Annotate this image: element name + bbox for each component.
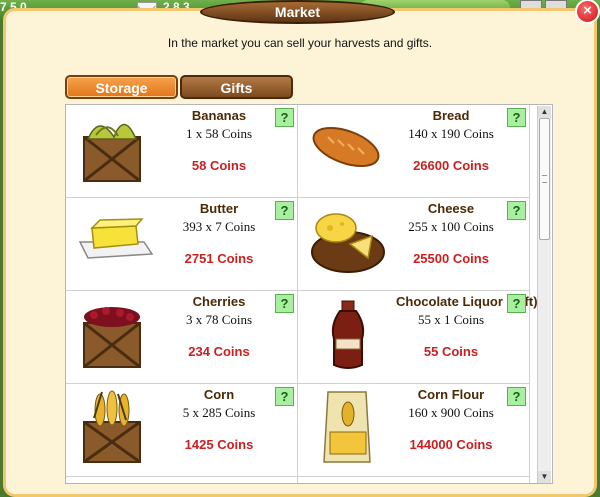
item-cell-bananas[interactable]: Bananas 1 x 58 Coins 58 Coins ? (66, 105, 298, 198)
item-grid-scrollbar[interactable]: ▲ ▼ (537, 106, 551, 483)
item-quantity: 255 x 100 Coins (408, 219, 494, 234)
close-button[interactable]: × (575, 0, 600, 24)
help-button[interactable]: ? (507, 294, 526, 313)
tab-storage[interactable]: Storage (65, 75, 178, 99)
item-quantity: 5 x 285 Coins (182, 405, 256, 420)
help-button[interactable]: ? (275, 108, 294, 127)
scroll-down-icon[interactable]: ▼ (538, 471, 551, 483)
item-name: Bread (432, 108, 470, 123)
scroll-up-icon[interactable]: ▲ (538, 106, 551, 118)
cherry-crate-icon (83, 307, 141, 369)
item-name: Butter (199, 201, 239, 216)
item-name: Corn (203, 387, 235, 402)
item-name: Cheese (427, 201, 475, 216)
help-button[interactable]: ? (275, 201, 294, 220)
item-coins: 144000 Coins (409, 437, 493, 452)
butter-icon (78, 218, 154, 259)
item-name: Bananas (191, 108, 247, 123)
corn-flour-icon (323, 391, 371, 463)
item-quantity: 55 x 1 Coins (417, 312, 485, 327)
item-cell-chocolate-liquor[interactable]: Chocolate Liquor (Gift) 55 x 1 Coins 55 … (298, 291, 538, 384)
item-coins: 26600 Coins (413, 158, 489, 173)
item-quantity: 140 x 190 Coins (408, 126, 494, 141)
cheese-icon (311, 213, 385, 273)
item-name: Cherries (192, 294, 246, 309)
item-quantity: 1 x 58 Coins (185, 126, 253, 141)
item-quantity: 393 x 7 Coins (182, 219, 256, 234)
item-cell-cheese[interactable]: Cheese 255 x 100 Coins 25500 Coins ? (298, 198, 530, 291)
item-quantity: 3 x 78 Coins (185, 312, 253, 327)
item-coins: 58 Coins (191, 158, 247, 173)
item-coins: 55 Coins (423, 344, 479, 359)
item-coins: 1425 Coins (184, 437, 254, 452)
item-cell-partial (298, 477, 530, 483)
item-coins: 25500 Coins (413, 251, 489, 266)
item-cell-partial (66, 477, 298, 483)
item-cell-corn-flour[interactable]: Corn Flour 160 x 900 Coins 144000 Coins … (298, 384, 530, 477)
item-coins: 234 Coins (188, 344, 250, 359)
item-quantity: 160 x 900 Coins (408, 405, 494, 420)
item-cell-butter[interactable]: Butter 393 x 7 Coins 2751 Coins ? (66, 198, 298, 291)
market-description: In the market you can sell your harvests… (167, 36, 433, 50)
help-button[interactable]: ? (507, 201, 526, 220)
dialog-title: Market (200, 0, 395, 24)
item-cell-cherries[interactable]: Cherries 3 x 78 Coins 234 Coins ? (66, 291, 298, 384)
help-button[interactable]: ? (507, 387, 526, 406)
chocolate-liquor-icon (331, 300, 365, 369)
item-name: Chocolate Liquor (Gift) (396, 294, 538, 309)
item-cell-bread[interactable]: Bread 140 x 190 Coins 26600 Coins ? (298, 105, 530, 198)
banana-crate-icon (83, 123, 141, 183)
scroll-thumb[interactable] (539, 118, 550, 240)
item-cell-corn[interactable]: Corn 5 x 285 Coins 1425 Coins ? (66, 384, 298, 477)
help-button[interactable]: ? (275, 294, 294, 313)
item-coins: 2751 Coins (184, 251, 254, 266)
bread-icon (312, 126, 380, 168)
help-button[interactable]: ? (507, 108, 526, 127)
item-grid: Bananas 1 x 58 Coins 58 Coins ? Bread 14… (65, 104, 553, 484)
corn-crate-icon (83, 390, 141, 464)
item-name: Corn Flour (417, 387, 485, 402)
tab-gifts[interactable]: Gifts (180, 75, 293, 99)
help-button[interactable]: ? (275, 387, 294, 406)
